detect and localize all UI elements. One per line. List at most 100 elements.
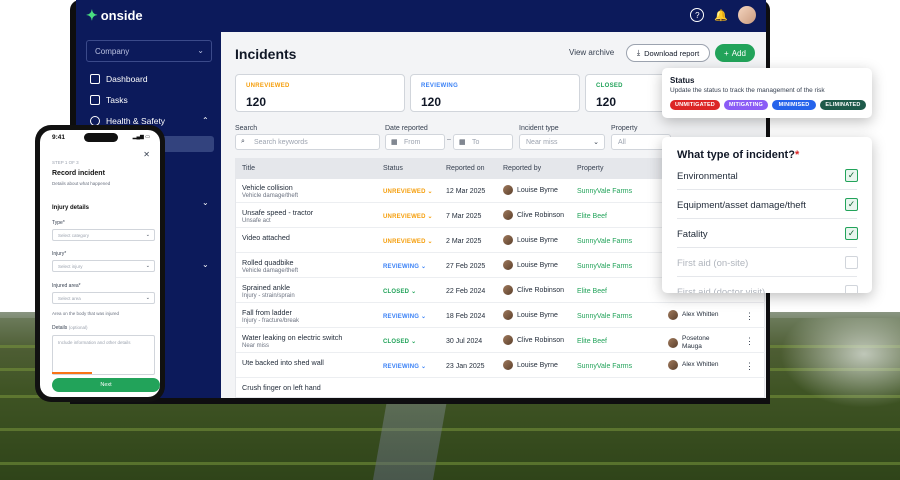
next-button[interactable]: Next bbox=[52, 378, 160, 392]
assignee: Posetone Mauga bbox=[668, 335, 722, 351]
search-icon: ⌕ bbox=[241, 138, 245, 145]
status-text: UNREVIEWED bbox=[383, 239, 426, 245]
app-logo[interactable]: ✦ onside bbox=[86, 7, 143, 24]
chip-eliminated[interactable]: ELIMINATED bbox=[820, 100, 866, 110]
date-label: Date reported bbox=[385, 125, 428, 132]
incident-type-option[interactable]: First aid (on-site) bbox=[677, 249, 858, 277]
company-select-value: Company bbox=[95, 47, 130, 56]
checkbox[interactable]: ✓ bbox=[845, 169, 858, 182]
calendar-icon: ▦ bbox=[391, 139, 398, 146]
property-link[interactable]: Elite Beef bbox=[577, 288, 607, 295]
progress-bar bbox=[52, 372, 92, 374]
company-select[interactable]: Company ⌄ bbox=[86, 40, 212, 62]
chip-unmitigated[interactable]: UNMITIGATED bbox=[670, 100, 720, 110]
incident-type-option[interactable]: Environmental ✓ bbox=[677, 162, 858, 190]
type-label: Type* bbox=[52, 220, 65, 226]
type-select[interactable]: Select category ⌄ bbox=[52, 229, 155, 241]
option-label: Environmental bbox=[677, 171, 738, 182]
help-icon[interactable]: ? bbox=[690, 8, 705, 22]
sidebar-item-tasks[interactable]: Tasks bbox=[90, 95, 128, 105]
avatar bbox=[668, 360, 678, 370]
chevron-down-icon[interactable]: ⌄ bbox=[202, 198, 209, 207]
reported-by: Louise Byrne bbox=[503, 310, 558, 320]
status-badge[interactable]: CLOSED ⌄ bbox=[383, 288, 416, 295]
summary-card-unreviewed[interactable]: UNREVIEWED 120 bbox=[235, 74, 405, 112]
status-badge[interactable]: UNREVIEWED ⌄ bbox=[383, 188, 433, 195]
table-row[interactable]: Crush finger on left hand bbox=[236, 380, 766, 398]
property-link[interactable]: SunnyVale Farms bbox=[577, 363, 632, 370]
search-input[interactable]: ⌕ Search keywords bbox=[235, 134, 380, 150]
status-badge[interactable]: CLOSED ⌄ bbox=[383, 338, 416, 345]
column-header[interactable]: Title bbox=[242, 165, 255, 172]
type-placeholder: Select category bbox=[58, 233, 90, 238]
download-report-button[interactable]: ⤓ Download report bbox=[626, 44, 710, 62]
property-link[interactable]: SunnyVale Farms bbox=[577, 263, 632, 270]
reported-on: 22 Feb 2024 bbox=[446, 288, 486, 295]
column-header[interactable]: Reported on bbox=[446, 165, 485, 172]
option-label: First aid (on-site) bbox=[677, 258, 749, 269]
chip-mitigating[interactable]: MITIGATING bbox=[724, 100, 768, 110]
details-textarea[interactable]: Include information and other details bbox=[52, 335, 155, 375]
view-archive-link[interactable]: View archive bbox=[569, 48, 614, 57]
incident-type-option[interactable]: First aid (doctor visit) bbox=[677, 278, 858, 293]
area-select[interactable]: Select area ⌄ bbox=[52, 292, 155, 304]
column-header[interactable]: Status bbox=[383, 165, 403, 172]
incident-type-select[interactable]: Near miss ⌄ bbox=[519, 134, 605, 150]
table-row[interactable]: Ute backed into shed wall REVIEWING ⌄ 23 J… bbox=[236, 355, 766, 378]
reported-by: Louise Byrne bbox=[503, 235, 558, 245]
date-from-input[interactable]: ▦ From bbox=[385, 134, 445, 150]
checkbox[interactable] bbox=[845, 285, 858, 293]
area-label: Injured area* bbox=[52, 283, 81, 289]
add-button[interactable]: + Add bbox=[715, 44, 755, 62]
more-menu-icon[interactable]: ⋮ bbox=[745, 336, 754, 347]
close-icon[interactable]: ✕ bbox=[143, 150, 150, 159]
chevron-up-icon[interactable]: ⌃ bbox=[202, 116, 209, 125]
status-popup: Status Update the status to track the ma… bbox=[662, 68, 872, 118]
status-badge[interactable]: REVIEWING ⌄ bbox=[383, 313, 426, 320]
page-title: Incidents bbox=[235, 46, 297, 62]
avatar bbox=[503, 260, 513, 270]
property-link[interactable]: SunnyVale Farms bbox=[577, 188, 632, 195]
column-header[interactable]: Property bbox=[577, 165, 603, 172]
checkbox[interactable]: ✓ bbox=[845, 198, 858, 211]
chevron-down-icon[interactable]: ⌄ bbox=[202, 260, 209, 269]
status-text: REVIEWING bbox=[383, 264, 420, 270]
checkbox[interactable]: ✓ bbox=[845, 227, 858, 240]
avatar bbox=[503, 335, 513, 345]
column-header[interactable]: Reported by bbox=[503, 165, 541, 172]
bell-icon[interactable]: 🔔 bbox=[714, 9, 728, 22]
option-label: Equipment/asset damage/theft bbox=[677, 200, 806, 211]
more-menu-icon[interactable]: ⋮ bbox=[745, 311, 754, 322]
status-badge[interactable]: UNREVIEWED ⌄ bbox=[383, 238, 433, 245]
chevron-down-icon: ⌄ bbox=[411, 289, 417, 295]
sidebar-item-label: Tasks bbox=[106, 95, 128, 105]
table-row[interactable]: Fall from ladder Injury - fracture/break R… bbox=[236, 305, 766, 328]
property-link[interactable]: SunnyVale Farms bbox=[577, 313, 632, 320]
incident-type-option[interactable]: Fatality ✓ bbox=[677, 220, 858, 248]
property-link[interactable]: Elite Beef bbox=[577, 213, 607, 220]
status-badge[interactable]: REVIEWING ⌄ bbox=[383, 263, 426, 270]
avatar bbox=[668, 338, 678, 348]
chip-minimised[interactable]: MINIMISED bbox=[772, 100, 816, 110]
more-menu-icon[interactable]: ⋮ bbox=[745, 361, 754, 372]
user-avatar[interactable] bbox=[738, 6, 756, 24]
reported-by: Clive Robinson bbox=[503, 335, 564, 345]
property-link[interactable]: SunnyVale Farms bbox=[577, 238, 632, 245]
status-badge[interactable]: REVIEWING ⌄ bbox=[383, 363, 426, 370]
injury-placeholder: Select injury bbox=[58, 264, 83, 269]
sidebar-item-dashboard[interactable]: Dashboard bbox=[90, 74, 148, 84]
chevron-down-icon: ⌄ bbox=[145, 263, 150, 269]
incident-title: Sprained ankle bbox=[242, 283, 290, 292]
table-row[interactable]: Water leaking on electric switch Near mis… bbox=[236, 330, 766, 353]
incident-type-option[interactable]: Equipment/asset damage/theft ✓ bbox=[677, 191, 858, 219]
property-link[interactable]: Elite Beef bbox=[577, 338, 607, 345]
status-text: CLOSED bbox=[383, 339, 410, 345]
injury-select[interactable]: Select injury ⌄ bbox=[52, 260, 155, 272]
details-label-text: Details bbox=[52, 325, 68, 331]
date-to-input[interactable]: ▦ To bbox=[453, 134, 513, 150]
checkbox[interactable] bbox=[845, 256, 858, 269]
reported-on: 27 Feb 2025 bbox=[446, 263, 486, 270]
incident-subtitle: Injury - strain/sprain bbox=[242, 293, 295, 299]
status-badge[interactable]: UNREVIEWED ⌄ bbox=[383, 213, 433, 220]
summary-card-reviewing[interactable]: REVIEWING 120 bbox=[410, 74, 580, 112]
